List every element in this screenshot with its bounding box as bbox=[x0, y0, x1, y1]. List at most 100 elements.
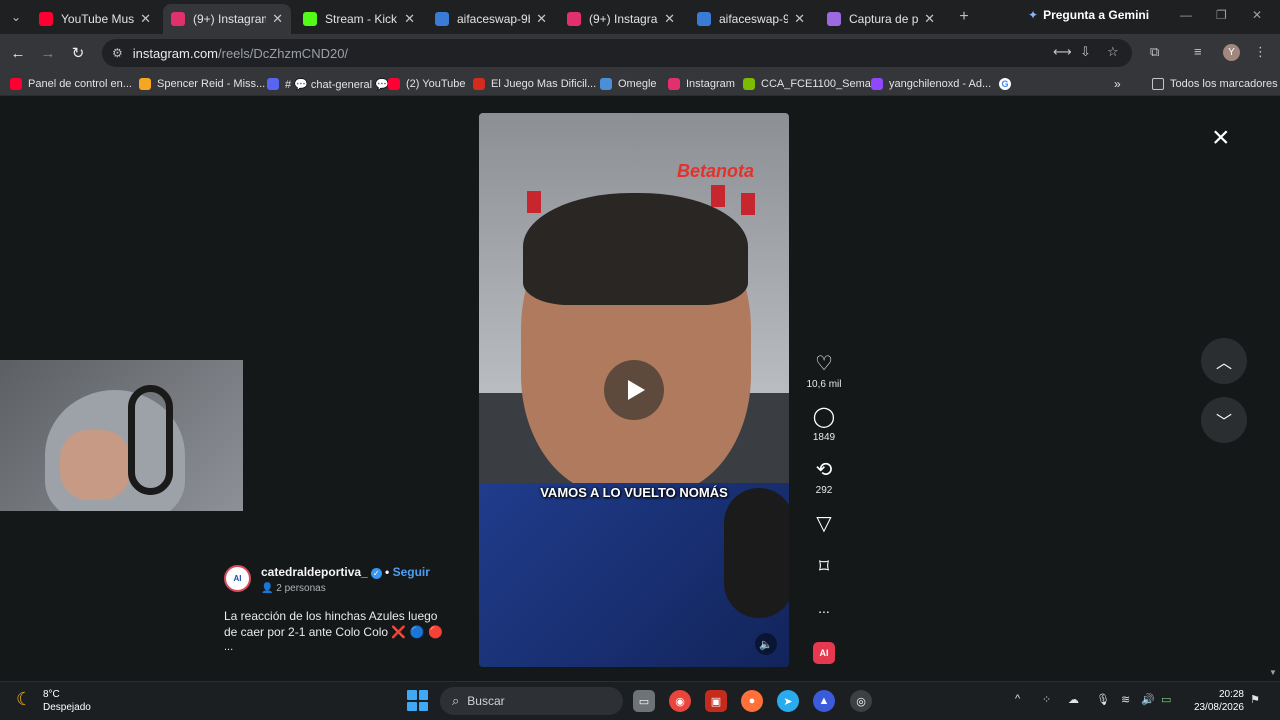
browser-tab[interactable]: aifaceswap-9bc ✕ bbox=[427, 4, 555, 34]
site-info-icon[interactable]: ⚙ bbox=[112, 46, 123, 60]
obs-icon[interactable]: ◎ bbox=[850, 690, 872, 712]
browser-menu-icon[interactable]: ⋮ bbox=[1254, 44, 1267, 60]
bookmark-star-icon[interactable]: ☆ bbox=[1107, 44, 1119, 60]
browser-tab[interactable]: Stream - Kick Da ✕ bbox=[295, 4, 423, 34]
microphone-icon[interactable]: 🎙 bbox=[1096, 693, 1110, 706]
browser-tab[interactable]: Captura de pant ✕ bbox=[819, 4, 943, 34]
account-name[interactable]: catedraldeportiva_ bbox=[261, 565, 368, 579]
restore-icon[interactable]: ❐ bbox=[1216, 8, 1227, 22]
app-icon[interactable]: ▲ bbox=[813, 690, 835, 712]
play-icon bbox=[627, 380, 645, 400]
tray-overflow-icon[interactable]: ^ bbox=[1015, 693, 1020, 705]
gemini-button[interactable]: ✦ Pregunta a Gemini bbox=[1028, 8, 1149, 22]
more-options-button[interactable]: ... bbox=[800, 596, 848, 620]
bookmark-item[interactable]: El Juego Mas Dificil... bbox=[473, 76, 596, 92]
reel-video[interactable]: Betanota VAMOS A LO VUELTO NOMÁS 🔈 bbox=[479, 113, 789, 667]
bookmark-favicon-icon bbox=[473, 78, 485, 90]
translate-icon[interactable]: ⟷ bbox=[1053, 44, 1072, 60]
tab-close-icon[interactable]: ✕ bbox=[404, 11, 415, 27]
microphone bbox=[724, 488, 789, 618]
bookmark-item[interactable]: CCA_FCE1100_Sema... bbox=[743, 76, 880, 92]
tab-close-icon[interactable]: ✕ bbox=[272, 11, 283, 27]
battery-icon[interactable]: ▭ bbox=[1161, 693, 1171, 706]
bookmarks-overflow-icon[interactable]: » bbox=[1114, 76, 1121, 92]
start-button[interactable] bbox=[407, 690, 428, 711]
flag-shape bbox=[711, 185, 725, 207]
bookmark-item[interactable]: Panel de control en... bbox=[10, 76, 132, 92]
audio-channel-thumb[interactable]: AI bbox=[813, 642, 835, 664]
browser-tab[interactable]: (9+) Instagram ✕ bbox=[163, 4, 291, 34]
bookmark-item[interactable]: # 💬 chat-general 💬 bbox=[267, 76, 389, 92]
tab-search-chevron-icon[interactable]: ⌄ bbox=[7, 8, 25, 26]
bookmark-favicon-icon bbox=[10, 78, 22, 90]
next-reel-button[interactable]: ﹀ bbox=[1201, 397, 1247, 443]
chrome-icon[interactable]: ◉ bbox=[669, 690, 691, 712]
tab-close-icon[interactable]: ✕ bbox=[794, 11, 805, 27]
volume-icon[interactable]: 🔈 bbox=[755, 633, 777, 655]
comment-button[interactable]: ◯ 1849 bbox=[800, 405, 848, 443]
play-button[interactable] bbox=[604, 360, 664, 420]
flag-shape bbox=[741, 193, 755, 215]
bookmark-item[interactable]: Instagram bbox=[668, 76, 735, 92]
firefox-icon[interactable]: ● bbox=[741, 690, 763, 712]
weather-widget[interactable]: 8°C Despejado bbox=[43, 688, 91, 714]
account-row: catedraldeportiva_ ✓ • Seguir bbox=[261, 565, 430, 579]
tab-close-icon[interactable]: ✕ bbox=[664, 11, 675, 27]
taskbar-search[interactable]: ⌕ Buscar bbox=[440, 687, 623, 715]
bookmark-label: (2) YouTube bbox=[406, 78, 466, 90]
reload-icon[interactable]: ↻ bbox=[68, 43, 88, 63]
google-bookmark[interactable]: G bbox=[999, 76, 1017, 92]
extensions-icon[interactable]: ⧉ bbox=[1150, 44, 1159, 60]
bookmark-item[interactable]: Omegle bbox=[600, 76, 657, 92]
media-controls-icon[interactable]: ≡ bbox=[1194, 44, 1202, 59]
browser-tab[interactable]: (9+) Instagram ✕ bbox=[559, 4, 683, 34]
gemini-icon: ✦ bbox=[1028, 8, 1039, 22]
tab-close-icon[interactable]: ✕ bbox=[924, 11, 935, 27]
window-close-icon[interactable]: ✕ bbox=[1252, 8, 1262, 22]
tab-title: aifaceswap-9bc bbox=[719, 12, 789, 26]
file-explorer-icon[interactable]: ▭ bbox=[633, 690, 655, 712]
install-app-icon[interactable]: ⇩ bbox=[1080, 44, 1091, 60]
notifications-icon[interactable]: ⚑ bbox=[1250, 693, 1260, 706]
scroll-down-arrow-icon[interactable]: ▼ bbox=[1269, 668, 1277, 677]
caption-more[interactable]: ... bbox=[224, 641, 233, 653]
office-app-icon[interactable]: ▣ bbox=[705, 690, 727, 712]
save-button[interactable]: ⌑ bbox=[800, 555, 848, 579]
speaker-icon[interactable]: 🔊 bbox=[1141, 693, 1155, 706]
back-icon[interactable]: ← bbox=[8, 43, 28, 63]
chevron-down-icon: ﹀ bbox=[1215, 414, 1232, 431]
collaborators[interactable]: 👤 2 personas bbox=[261, 583, 326, 594]
cloud-icon[interactable]: ☁ bbox=[1068, 693, 1079, 706]
moon-icon[interactable]: ☾ bbox=[16, 689, 32, 710]
url-path: /reels/DcZhzmCND20/ bbox=[218, 45, 349, 61]
forward-icon[interactable]: → bbox=[38, 43, 58, 63]
repost-button[interactable]: ⟲ 292 bbox=[800, 458, 848, 496]
account-avatar[interactable]: AI bbox=[224, 565, 251, 592]
system-clock[interactable]: 20:28 23/08/2026 bbox=[1190, 688, 1244, 714]
wifi-icon[interactable]: ≋ bbox=[1121, 693, 1130, 706]
profile-avatar[interactable]: Y bbox=[1223, 44, 1240, 61]
previous-reel-button[interactable]: ︿ bbox=[1201, 338, 1247, 384]
bookmark-item[interactable]: (2) YouTube bbox=[388, 76, 466, 92]
bookmarks-bar: Panel de control en... Spencer Reid - Mis… bbox=[0, 72, 1280, 96]
tab-close-icon[interactable]: ✕ bbox=[140, 11, 151, 27]
tab-close-icon[interactable]: ✕ bbox=[536, 11, 547, 27]
bookmark-item[interactable]: Spencer Reid - Miss... bbox=[139, 76, 265, 92]
like-button[interactable]: ♡ 10,6 mil bbox=[800, 352, 848, 390]
all-bookmarks-folder[interactable]: Todos los marcadores bbox=[1152, 76, 1278, 92]
tray-apps-icon[interactable]: ⁘ bbox=[1042, 693, 1051, 706]
browser-tab[interactable]: YouTube Music ✕ bbox=[31, 4, 159, 34]
tab-title: YouTube Music bbox=[61, 12, 135, 26]
follow-button[interactable]: Seguir bbox=[393, 565, 430, 579]
browser-tab[interactable]: aifaceswap-9bc ✕ bbox=[689, 4, 813, 34]
minimize-icon[interactable]: — bbox=[1180, 8, 1192, 22]
address-bar[interactable]: ⚙ instagram.com/reels/DcZhzmCND20/ bbox=[102, 39, 1132, 67]
new-tab-icon[interactable]: + bbox=[955, 8, 973, 26]
browser-toolbar: ← → ↻ ⚙ instagram.com/reels/DcZhzmCND20/… bbox=[0, 34, 1280, 72]
telegram-icon[interactable]: ➤ bbox=[777, 690, 799, 712]
windows-taskbar: ☾ 8°C Despejado ⌕ Buscar ▭ ◉ ▣ ● ➤ ▲ ◎ ^ ⁘… bbox=[0, 681, 1280, 720]
more-icon: ... bbox=[818, 600, 830, 616]
close-reel-icon[interactable]: × bbox=[1212, 123, 1230, 153]
bookmark-item[interactable]: yangchilenoxd - Ad... bbox=[871, 76, 991, 92]
share-button[interactable]: ▽ bbox=[800, 512, 848, 536]
